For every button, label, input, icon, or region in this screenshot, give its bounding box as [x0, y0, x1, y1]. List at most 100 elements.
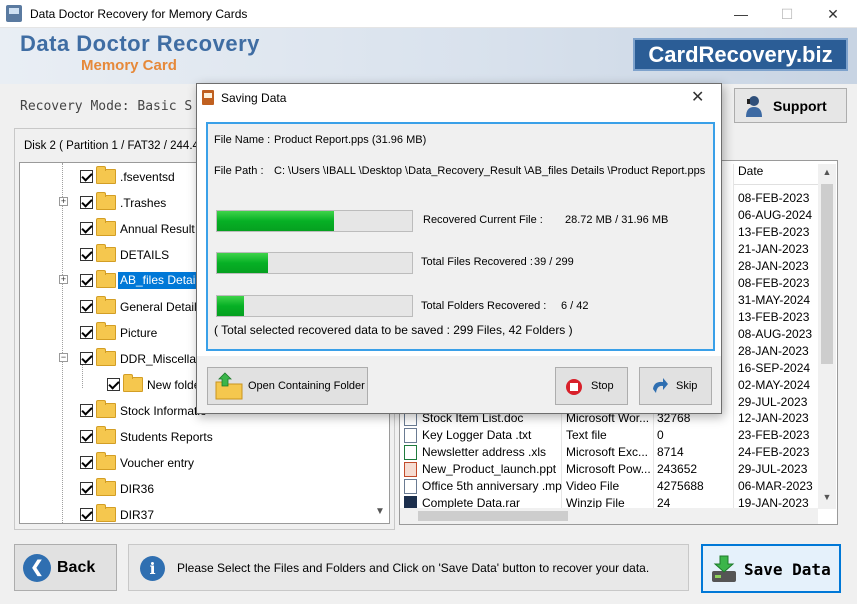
date-cell: 02-MAY-2024: [738, 378, 811, 392]
checkbox[interactable]: [80, 170, 93, 183]
checkbox[interactable]: [80, 274, 93, 287]
summary-text: ( Total selected recovered data to be sa…: [214, 323, 573, 337]
powerpoint-file-icon: [404, 462, 417, 477]
stop-button[interactable]: Stop: [555, 367, 628, 405]
expand-icon[interactable]: +: [59, 197, 68, 206]
files-recovered-label: Total Files Recovered :: [421, 256, 533, 268]
folder-icon: [96, 452, 116, 470]
recovery-mode-label: Recovery Mode: Basic S: [20, 99, 193, 114]
folder-icon: [96, 348, 116, 366]
disk-label: Disk 2 ( Partition 1 / FAT32 / 244.45: [24, 140, 206, 152]
file-name-label: File Name :: [214, 134, 271, 146]
scroll-down-icon[interactable]: ▼: [818, 492, 836, 502]
checkbox[interactable]: [80, 430, 93, 443]
folder-icon: [96, 166, 116, 184]
date-cell: 28-JAN-2023: [738, 259, 809, 273]
checkbox[interactable]: [80, 300, 93, 313]
product-subtitle: Memory Card: [81, 57, 177, 74]
checkbox[interactable]: [80, 508, 93, 521]
file-list-scrollbar[interactable]: ▲ ▼: [818, 164, 836, 509]
folder-icon: [96, 244, 116, 262]
date-cell: 08-FEB-2023: [738, 191, 810, 205]
date-cell: 06-AUG-2024: [738, 208, 813, 222]
date-cell: 28-JAN-2023: [738, 344, 809, 358]
folder-icon: [96, 322, 116, 340]
dialog-title-bar: Saving Data ✕: [197, 84, 721, 112]
folders-recovered-label: Total Folders Recovered :: [421, 300, 547, 312]
checkbox[interactable]: [80, 248, 93, 261]
checkbox[interactable]: [80, 456, 93, 469]
expand-icon[interactable]: +: [59, 275, 68, 284]
website-button[interactable]: CardRecovery.biz: [633, 38, 848, 71]
info-text: Please Select the Files and Folders and …: [177, 561, 650, 575]
checkbox[interactable]: [80, 222, 93, 235]
folders-progress-bar: [216, 295, 413, 317]
scroll-up-icon[interactable]: ▲: [818, 167, 836, 177]
dialog-title: Saving Data: [221, 91, 287, 105]
minimize-button[interactable]: —: [718, 0, 764, 28]
table-row[interactable]: Office 5th anniversary .mp4 Video File 4…: [402, 478, 818, 495]
files-recovered-value: 39 / 299: [534, 256, 574, 268]
dialog-progress-panel: File Name : Product Report.pps (31.96 MB…: [206, 122, 715, 351]
info-bar: i Please Select the Files and Folders an…: [128, 544, 689, 591]
hscroll-thumb[interactable]: [418, 511, 568, 521]
current-file-label: Recovered Current File :: [423, 214, 543, 226]
back-arrow-icon: ❮: [23, 554, 51, 582]
files-progress-bar: [216, 252, 413, 274]
support-button[interactable]: Support: [734, 88, 847, 123]
checkbox[interactable]: [80, 404, 93, 417]
support-label: Support: [773, 98, 827, 114]
date-column-header[interactable]: Date: [738, 164, 763, 186]
table-row[interactable]: Key Logger Data .txt Text file 0 23-FEB-…: [402, 427, 818, 444]
checkbox[interactable]: [80, 482, 93, 495]
folder-icon: [96, 296, 116, 314]
folders-recovered-value: 6 / 42: [561, 300, 589, 312]
folder-icon: [123, 374, 143, 392]
dialog-footer: Open Containing Folder Stop Skip: [197, 356, 721, 413]
date-cell: 16-SEP-2024: [738, 361, 811, 375]
folder-icon: [96, 504, 116, 522]
title-bar: Data Doctor Recovery for Memory Cards — …: [0, 0, 857, 28]
collapse-icon[interactable]: −: [59, 353, 68, 362]
table-row[interactable]: New_Product_launch.ppt Microsoft Pow... …: [402, 461, 818, 478]
file-path-label: File Path :: [214, 165, 264, 177]
open-folder-icon: [215, 372, 243, 400]
window-title: Data Doctor Recovery for Memory Cards: [30, 7, 248, 21]
dialog-close-icon[interactable]: ✕: [691, 87, 704, 107]
skip-button[interactable]: Skip: [639, 367, 712, 405]
close-button[interactable]: ✕: [810, 0, 856, 28]
support-person-icon: [746, 96, 762, 117]
header-banner: Data Doctor Recovery Memory Card CardRec…: [0, 28, 857, 84]
date-cell: 13-FEB-2023: [738, 225, 810, 239]
checkbox[interactable]: [80, 352, 93, 365]
tree-scroll-down-icon[interactable]: ▼: [371, 506, 389, 522]
file-path-value: C: \Users \IBALL \Desktop \Data_Recovery…: [274, 165, 706, 177]
scroll-thumb[interactable]: [821, 184, 833, 364]
video-file-icon: [404, 479, 417, 494]
folder-icon: [96, 478, 116, 496]
save-download-icon: [712, 555, 736, 582]
date-cell: 13-FEB-2023: [738, 310, 810, 324]
dialog-app-icon: [202, 90, 214, 105]
maximize-button[interactable]: ☐: [764, 0, 810, 28]
open-containing-folder-button[interactable]: Open Containing Folder: [207, 367, 368, 405]
folder-icon: [96, 400, 116, 418]
save-data-button[interactable]: Save Data: [701, 544, 841, 593]
checkbox[interactable]: [80, 196, 93, 209]
folder-icon: [96, 218, 116, 236]
file-list-hscrollbar[interactable]: [400, 508, 818, 524]
folder-icon: [96, 426, 116, 444]
back-button[interactable]: ❮ Back: [14, 544, 117, 591]
app-icon: [6, 5, 22, 22]
date-cell: 31-MAY-2024: [738, 293, 811, 307]
checkbox[interactable]: [80, 326, 93, 339]
date-cell: 29-JUL-2023: [738, 395, 808, 409]
folder-icon: [96, 192, 116, 210]
text-file-icon: [404, 428, 417, 443]
table-row[interactable]: Newsletter address .xls Microsoft Exc...…: [402, 444, 818, 461]
file-name-value: Product Report.pps (31.96 MB): [274, 134, 427, 146]
date-cell: 08-FEB-2023: [738, 276, 810, 290]
excel-file-icon: [404, 445, 417, 460]
product-title: Data Doctor Recovery: [20, 31, 260, 56]
checkbox[interactable]: [107, 378, 120, 391]
